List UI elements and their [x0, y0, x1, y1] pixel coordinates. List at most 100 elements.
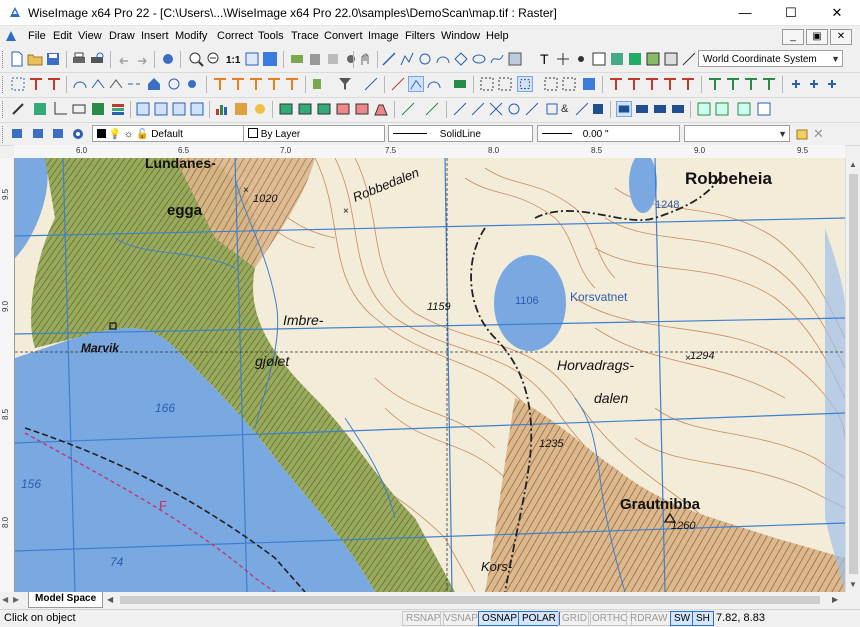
- color-select[interactable]: By Layer: [243, 125, 385, 142]
- raster-edit-icon[interactable]: [32, 101, 48, 117]
- select-polygon-icon[interactable]: [543, 76, 559, 92]
- mail-open-icon[interactable]: [670, 101, 686, 117]
- plotstyle-select[interactable]: ▼: [684, 125, 790, 142]
- scroll-up-arrow-icon[interactable]: ▲: [849, 160, 857, 169]
- vectorize-out-icon[interactable]: [806, 76, 822, 92]
- toolbar-grip[interactable]: [2, 51, 6, 68]
- trace-settings-icon[interactable]: [452, 76, 468, 92]
- convert-all-icon[interactable]: [743, 76, 759, 92]
- arc-edit-icon[interactable]: [72, 76, 88, 92]
- minimize-button[interactable]: —: [722, 0, 768, 25]
- raster-deskew-icon[interactable]: [680, 76, 696, 92]
- print-preview-icon[interactable]: [89, 51, 105, 67]
- select-icon[interactable]: [10, 76, 26, 92]
- raster-insert-icon[interactable]: [609, 51, 625, 67]
- select-raster-icon[interactable]: [479, 76, 495, 92]
- vectorize-options-icon[interactable]: [824, 76, 840, 92]
- status-toggle-osnap[interactable]: OSNAP: [478, 611, 522, 626]
- scroll-down-arrow-icon[interactable]: ▼: [849, 580, 857, 589]
- convert-text-icon[interactable]: [707, 76, 723, 92]
- zoom-in-icon[interactable]: [188, 51, 204, 67]
- menu-file[interactable]: File: [28, 30, 46, 42]
- redo-icon[interactable]: [134, 51, 150, 67]
- histogram-icon[interactable]: [214, 101, 230, 117]
- node-edit-icon[interactable]: [363, 76, 379, 92]
- trace-arc-icon[interactable]: [426, 76, 442, 92]
- brightness-icon[interactable]: [252, 101, 268, 117]
- mail-delete-icon[interactable]: [634, 101, 650, 117]
- tab-next-arrow-icon[interactable]: ▶: [13, 595, 19, 604]
- menu-help[interactable]: Help: [486, 30, 509, 42]
- despeckle-icon[interactable]: [135, 101, 151, 117]
- hatch-icon[interactable]: [645, 51, 661, 67]
- bold-icon[interactable]: [189, 101, 205, 117]
- text-edit-icon[interactable]: [28, 76, 44, 92]
- status-toggle-grid[interactable]: GRID: [558, 611, 591, 626]
- menu-filters[interactable]: Filters: [405, 30, 435, 42]
- spline-tool-icon[interactable]: [489, 51, 505, 67]
- text-height-icon[interactable]: [266, 76, 282, 92]
- raster-erase-icon[interactable]: [608, 76, 624, 92]
- ocr-region-icon[interactable]: [736, 101, 752, 117]
- snap-node-icon[interactable]: [574, 101, 590, 117]
- color-fill-icon[interactable]: [90, 101, 106, 117]
- status-toggle-vsnap[interactable]: VSNAP: [440, 611, 482, 626]
- copy-icon[interactable]: [325, 51, 341, 67]
- status-toggle-sh[interactable]: SH: [692, 611, 714, 626]
- thin-icon[interactable]: [171, 101, 187, 117]
- raster-clip-icon[interactable]: [335, 101, 351, 117]
- circle-tool-icon[interactable]: [417, 51, 433, 67]
- horizontal-scrollbar[interactable]: ◀ ▶: [104, 592, 845, 608]
- convert-line-icon[interactable]: [725, 76, 741, 92]
- layers-icon[interactable]: [110, 101, 126, 117]
- lineweight-select[interactable]: 0.00 ": [537, 125, 680, 142]
- zoom-out-icon[interactable]: [206, 51, 222, 67]
- polyline-tool-icon[interactable]: [399, 51, 415, 67]
- snap-perpendicular-icon[interactable]: [544, 101, 560, 117]
- layer-states-icon[interactable]: [31, 126, 47, 142]
- new-item-icon[interactable]: [794, 126, 810, 142]
- select-rect-icon[interactable]: [497, 76, 513, 92]
- vertical-scrollbar[interactable]: ▲ ▼: [845, 158, 860, 592]
- snap-center-icon[interactable]: [506, 101, 522, 117]
- close-button[interactable]: ✕: [814, 0, 860, 25]
- fillet-icon[interactable]: [108, 76, 124, 92]
- layer-icon[interactable]: [289, 51, 305, 67]
- open-folder-icon[interactable]: [27, 51, 43, 67]
- ocr-settings-icon[interactable]: [714, 101, 730, 117]
- convert-settings-icon[interactable]: [761, 76, 777, 92]
- block-icon[interactable]: [663, 51, 679, 67]
- layers-manager-icon[interactable]: [10, 126, 26, 142]
- invert-selection-icon[interactable]: [581, 76, 597, 92]
- break-icon[interactable]: [126, 76, 142, 92]
- zoom-window-icon[interactable]: [244, 51, 260, 67]
- snap-endpoint-icon[interactable]: [452, 101, 468, 117]
- menu-modify[interactable]: Modify: [175, 30, 207, 42]
- raster-export-icon[interactable]: [316, 101, 332, 117]
- text-tool-icon[interactable]: T: [540, 51, 549, 67]
- ocr-text-icon[interactable]: [756, 101, 772, 117]
- select-all-icon[interactable]: [561, 76, 577, 92]
- maximize-button[interactable]: ☐: [768, 0, 814, 25]
- settings-gear-icon[interactable]: [70, 126, 86, 142]
- layer-match-icon[interactable]: [51, 126, 67, 142]
- raster-frame-icon[interactable]: [627, 51, 643, 67]
- zoom-1to1-button[interactable]: 1:1: [226, 55, 240, 66]
- raster-mirror-icon[interactable]: [644, 76, 660, 92]
- point-tool-icon[interactable]: [555, 51, 571, 67]
- status-toggle-rsnap[interactable]: RSNAP: [402, 611, 445, 626]
- scroll-right-arrow-icon[interactable]: ▶: [832, 595, 838, 604]
- mail-icon[interactable]: [616, 101, 632, 117]
- status-toggle-polar[interactable]: POLAR: [518, 611, 560, 626]
- ocr-icon[interactable]: [696, 101, 712, 117]
- crop-icon[interactable]: [52, 101, 68, 117]
- line-tool-icon[interactable]: [381, 51, 397, 67]
- mdi-restore-button[interactable]: ▣: [806, 29, 828, 45]
- calibrate-icon[interactable]: [400, 101, 416, 117]
- tab-prev-arrow-icon[interactable]: ◀: [2, 595, 8, 604]
- undo-icon[interactable]: [116, 51, 132, 67]
- insert-image-icon[interactable]: [507, 51, 523, 67]
- scale-icon[interactable]: [184, 76, 200, 92]
- coordinate-system-select[interactable]: World Coordinate System ▼: [698, 50, 843, 67]
- snap-block-icon[interactable]: [590, 101, 606, 117]
